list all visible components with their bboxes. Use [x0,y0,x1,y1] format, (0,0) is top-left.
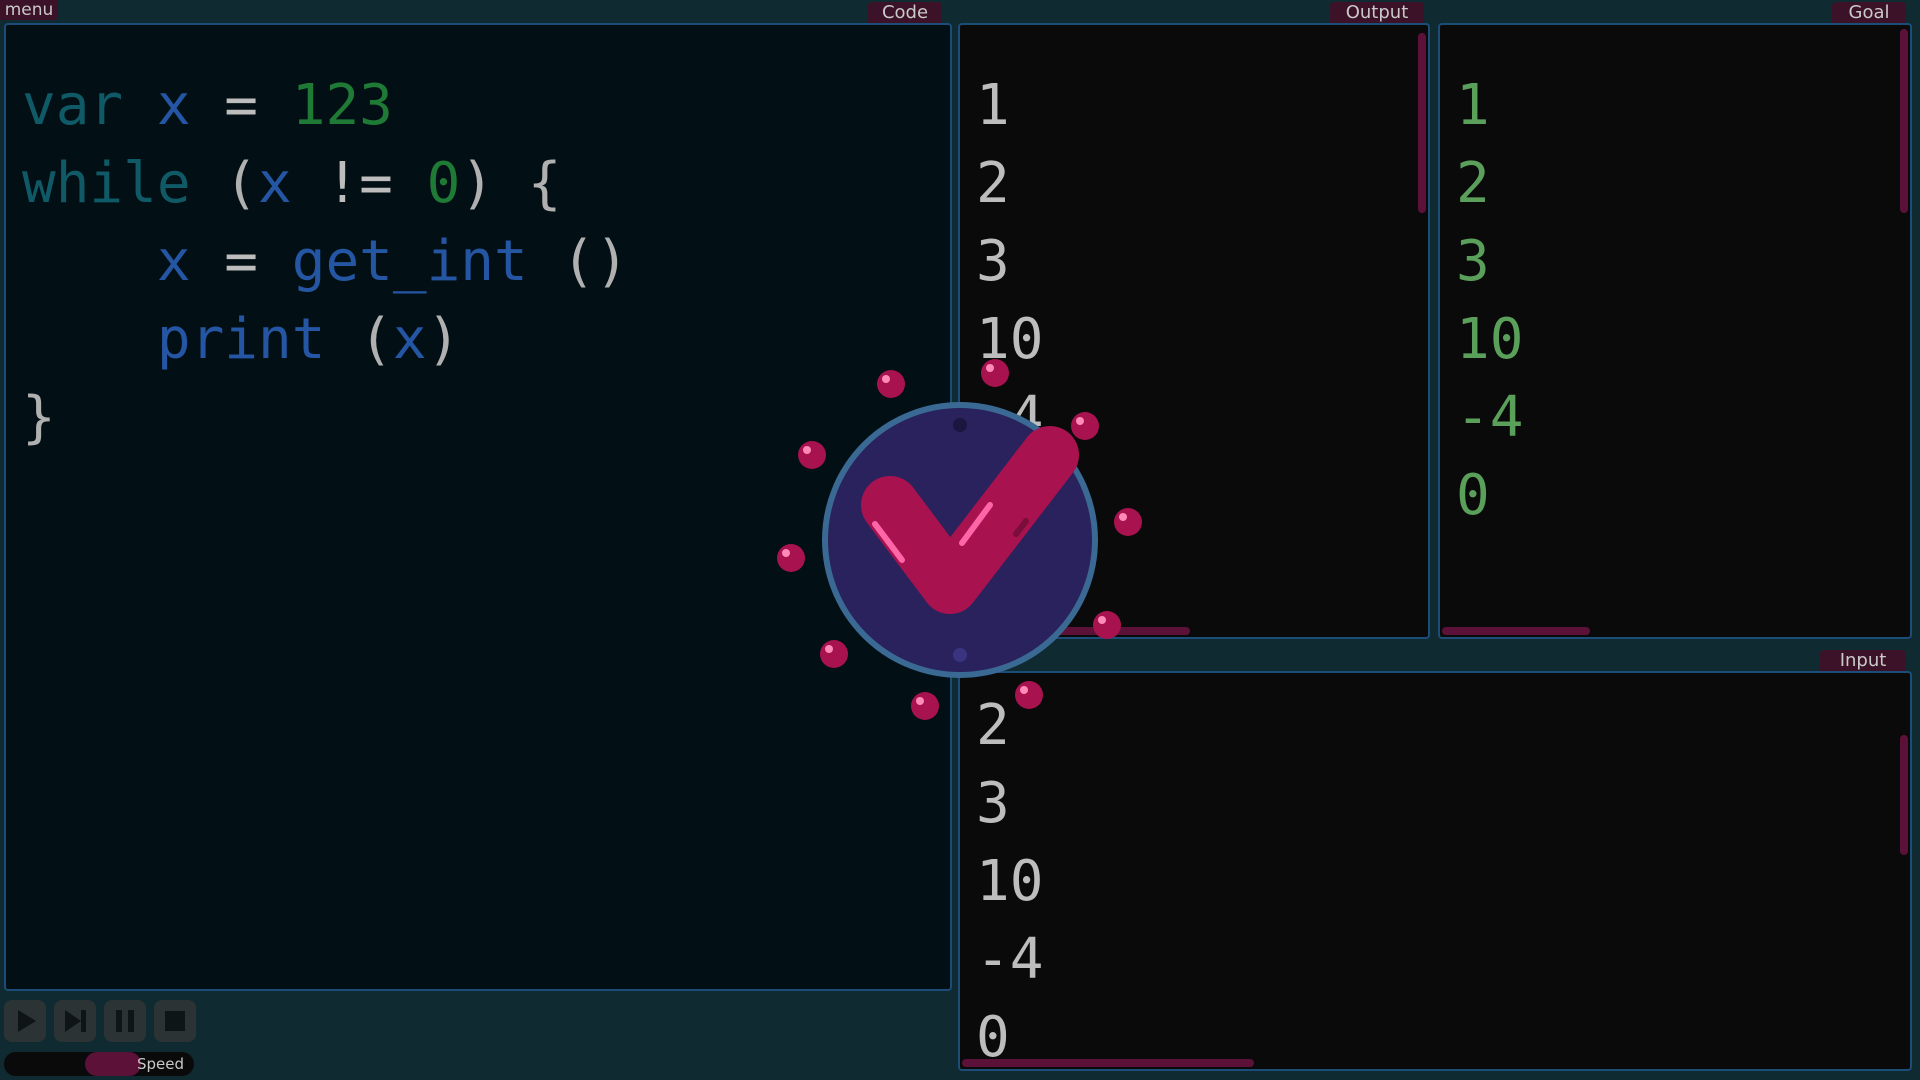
code-token: != [291,151,427,216]
list-item: 0 [1456,463,1490,528]
list-item: 10 [976,849,1044,914]
play-icon [18,1010,36,1032]
code-line[interactable]: x = get_int () [22,223,629,301]
menu-button[interactable]: menu [0,0,58,20]
goal-hscrollbar[interactable] [1442,627,1590,635]
code-line[interactable]: } [22,379,56,457]
list-item: -4 [976,927,1044,992]
code-token: x [258,151,292,216]
code-line[interactable]: print (x) [22,301,460,379]
goal-tab: Goal [1832,2,1906,24]
list-item: 1 [1456,73,1490,138]
output-scrollbar[interactable] [1418,33,1426,213]
list-item: 3 [976,771,1010,836]
success-overlay [777,359,1142,720]
code-token: x [156,73,191,138]
speed-slider-thumb[interactable] [85,1052,141,1076]
code-token: ) { [460,151,562,216]
code-token: var [22,73,157,138]
code-token: get_int [291,229,528,294]
list-item: 2 [976,151,1010,216]
code-token: x [392,307,427,372]
speed-slider[interactable]: Speed [4,1052,194,1076]
goal-scrollbar[interactable] [1900,29,1908,213]
input-scrollbar[interactable] [1900,735,1908,855]
code-line[interactable]: while (x != 0) { [22,145,561,223]
input-tab: Input [1820,650,1906,672]
code-token: 123 [291,73,393,138]
code-line[interactable]: var x = 123 [22,67,393,145]
code-token: = [190,229,292,294]
pause-button[interactable] [104,1000,146,1042]
step-forward-icon [65,1010,86,1032]
list-item: 3 [976,229,1010,294]
stop-icon [165,1011,185,1031]
code-token: ( [224,151,259,216]
list-item: 3 [1456,229,1490,294]
list-item: 10 [1456,307,1524,372]
list-item: -4 [1456,385,1524,450]
code-token: 0 [426,151,461,216]
stop-button[interactable] [154,1000,196,1042]
code-token: print [156,307,326,372]
input-hscrollbar[interactable] [962,1059,1254,1067]
code-token: ( [325,307,393,372]
output-tab: Output [1330,2,1424,24]
pause-icon [116,1010,134,1032]
play-button[interactable] [4,1000,46,1042]
code-token: () [527,229,629,294]
code-token: } [22,385,56,450]
code-tab: Code [868,2,942,24]
goal-panel[interactable]: 1 2 3 10 -4 0 [1438,23,1912,639]
code-token: = [190,73,292,138]
code-token: x [156,229,191,294]
list-item: 2 [1456,151,1490,216]
speed-label: Speed [136,1055,184,1073]
step-button[interactable] [54,1000,96,1042]
code-token: while [22,151,225,216]
code-token: ) [426,307,461,372]
list-item: 1 [976,73,1010,138]
